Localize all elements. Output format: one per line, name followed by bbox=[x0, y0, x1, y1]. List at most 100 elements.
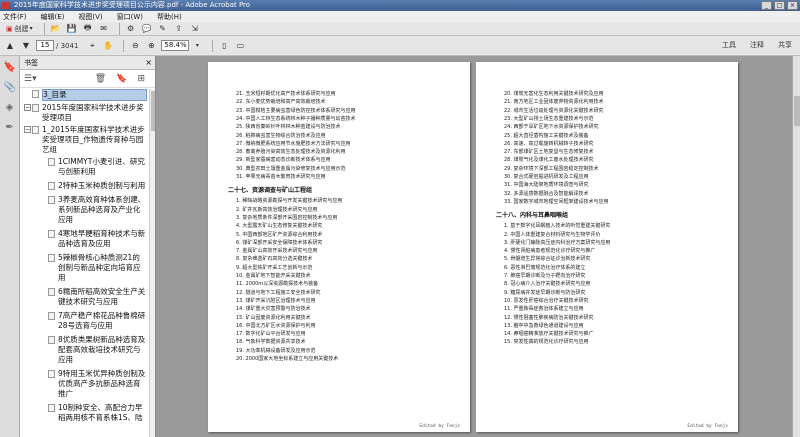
bookmark-item[interactable]: 10制种安全、高配合力早稻两用核不育系株1S、陆 bbox=[20, 403, 150, 423]
bookmark-item[interactable]: 5辣椒骨核心种质测21的创制与新品种定向培育应用 bbox=[20, 253, 150, 283]
bookmark-page-icon bbox=[48, 370, 55, 378]
email-icon[interactable]: ✉ bbox=[98, 23, 110, 35]
bookmark-item-selected[interactable]: 3_目录 bbox=[20, 89, 150, 101]
hand-tool-icon[interactable]: ✋ bbox=[102, 40, 114, 52]
bookmark-page-icon bbox=[48, 254, 55, 262]
bookmark-page-icon bbox=[48, 404, 55, 412]
close-window-button[interactable]: × bbox=[787, 1, 798, 10]
toc-entry: 20. 煤炭无害化生态利用关键技术研究及应用 bbox=[504, 91, 604, 97]
maximize-button[interactable]: □ bbox=[774, 1, 785, 10]
bookmark-label: 1CIMMYT小麦引进、研究与创新利用 bbox=[58, 157, 145, 176]
bookmarks-toolbar: ☰▾ 🗑 🔖 ⊞ bbox=[20, 70, 155, 88]
bookmark-item[interactable]: 4寒地早粳稻育种技术与新品种选育及应用 bbox=[20, 229, 150, 249]
delete-bookmark-icon[interactable]: 🗑 bbox=[95, 74, 106, 84]
toc-entry: 6. 煤矿深部开采安全保障技术体系研究 bbox=[236, 239, 323, 246]
attachment-icon[interactable]: 📎 bbox=[4, 82, 16, 94]
bookmark-item[interactable]: 8优质类果树新品种选育及配套高效栽培技术研究与应用 bbox=[20, 335, 150, 365]
pdf-page-right: 20. 煤炭无害化生态利用关键技术研究及应用 21. 南方地区工业固体废弃物资源化… bbox=[476, 62, 738, 432]
toolbar-divider bbox=[43, 22, 45, 35]
signature-icon[interactable]: ✒ bbox=[4, 122, 16, 134]
new-bookmark-icon[interactable]: 🔖 bbox=[116, 74, 127, 84]
toc-entry: 25. 陕西省秦岭针叶林林木种苗建设与防治技术 bbox=[236, 124, 341, 131]
page-total: / 3041 bbox=[56, 41, 79, 50]
open-folder-icon[interactable]: 📂 bbox=[50, 23, 62, 35]
toc-entry: 15. 突发性聋的规范化诊疗研究与应用 bbox=[504, 339, 589, 346]
bookmark-item[interactable]: 3养麦高效育种体系创建、系列新品种选育及产业化应用 bbox=[20, 195, 150, 225]
toc-entry: 26. 高速、高过载旋转机械转子技术研究 bbox=[504, 140, 594, 147]
zoom-out-icon[interactable]: ⊖ bbox=[129, 40, 141, 52]
bookmarks-tree: 3_目录 − 2015年度国家科学技术进步奖受理项目 − 1_2015年度国家科学技术进… bbox=[20, 89, 150, 437]
print-icon[interactable]: 🖶 bbox=[82, 23, 94, 35]
menu-window[interactable]: 窗口(W) bbox=[117, 12, 143, 22]
previous-page-icon[interactable]: ▲ bbox=[4, 40, 16, 52]
menu-edit[interactable]: 编辑(E) bbox=[41, 12, 65, 22]
bookmark-item[interactable]: 6糯南所稻高效安全生产关键技术研究与应用 bbox=[20, 287, 150, 307]
toolbar-divider bbox=[123, 39, 125, 52]
toc-entry: 8. 冠心病介入治疗关键技术研究与应用 bbox=[504, 281, 591, 288]
bookmark-page-icon bbox=[32, 104, 39, 112]
bookmark-item[interactable]: − 1_2015年度国家科学技术进步奖受理项目_作物遗传育种与园艺组 bbox=[20, 125, 150, 155]
toc-entry: 16. 中国北方矿区水资源保护与利用 bbox=[236, 322, 316, 329]
bookmark-page-icon bbox=[48, 288, 55, 296]
menu-bar: 文件(F) 编辑(E) 视图(V) 窗口(W) 帮助(H) bbox=[0, 11, 800, 22]
create-label: 创建 bbox=[14, 24, 29, 33]
bookmark-item[interactable]: 9特用玉米优异种质创制及优质高产多抗新品种选育推广 bbox=[20, 369, 150, 399]
create-button[interactable]: ▣ 创建 ▾ bbox=[4, 23, 35, 35]
minimize-button[interactable]: _ bbox=[761, 1, 772, 10]
collapse-toggle-icon[interactable]: − bbox=[24, 126, 31, 133]
zoom-level-input[interactable]: 58.4% bbox=[161, 40, 190, 51]
comment-pane-button[interactable]: 注释 bbox=[750, 40, 764, 50]
tools-pane-button[interactable]: 工具 bbox=[722, 40, 736, 50]
menu-view[interactable]: 视图(V) bbox=[78, 12, 102, 22]
options-menu-icon[interactable]: ☰▾ bbox=[24, 74, 37, 84]
bookmark-label: 4寒地早粳稻育种技术与新品种选育及应用 bbox=[58, 229, 146, 248]
save-icon[interactable]: 💾 bbox=[66, 23, 78, 35]
menu-file[interactable]: 文件(F) bbox=[3, 12, 27, 22]
document-scrollbar[interactable] bbox=[792, 56, 800, 437]
comment-icon[interactable]: 💬 bbox=[141, 23, 153, 35]
document-viewport[interactable]: 21. 玉米短籽期优化高产技术体系研究与应用 22. 东小麦优势栽培和高产高效栽培… bbox=[156, 56, 800, 437]
page-footer: Edited by Fanjs bbox=[419, 424, 460, 429]
bookmark-label: 3养麦高效育种体系创建、系列新品种选育及产业化应用 bbox=[58, 195, 146, 224]
layers-icon[interactable]: ◈ bbox=[4, 102, 16, 114]
bookmark-panel-icon[interactable]: 🔖 bbox=[4, 62, 16, 74]
bookmark-item[interactable]: 2特种玉米种质创制与利用 bbox=[20, 181, 150, 191]
close-panel-button[interactable]: × bbox=[145, 56, 152, 70]
settings-icon[interactable]: ⚙ bbox=[125, 23, 137, 35]
page-number-input[interactable]: 15 bbox=[36, 40, 54, 51]
collapse-toggle-icon[interactable]: − bbox=[24, 104, 31, 111]
select-cursor-icon[interactable]: ⌖ bbox=[86, 40, 98, 52]
bookmark-item[interactable]: − 2015年度国家科学技术进步奖受理项目 bbox=[20, 103, 150, 123]
zoom-in-icon[interactable]: ⊕ bbox=[145, 40, 157, 52]
next-page-icon[interactable]: ▼ bbox=[20, 40, 32, 52]
zoom-dropdown-icon[interactable]: ▾ bbox=[191, 40, 203, 52]
toc-entry: 25. 超大直径盾构施工关键技术及装备 bbox=[504, 132, 589, 139]
toc-entry: 22. 东小麦优势栽培和高产高效栽培技术 bbox=[236, 99, 326, 106]
sign-icon[interactable]: ✎ bbox=[157, 23, 169, 35]
fit-page-icon[interactable]: ▯ bbox=[218, 40, 230, 52]
bookmarks-scrollbar[interactable] bbox=[149, 89, 155, 437]
menu-help[interactable]: 帮助(H) bbox=[157, 12, 182, 22]
toolbar-primary: ▣ 创建 ▾ 📂 💾 🖶 ✉ ⚙ 💬 ✎ ⇪ ⇲ bbox=[0, 22, 800, 36]
toc-entry: 12. 隧道与地下工程施工安全技术研究 bbox=[236, 289, 321, 296]
expand-bookmark-icon[interactable]: ⊞ bbox=[137, 74, 145, 84]
toc-entry: 33. 国家数字城市地理空间框架建设技术与应用 bbox=[504, 198, 609, 205]
share-pane-button[interactable]: 共享 bbox=[778, 40, 792, 50]
toc-entry: 4. 大型露天矿山生态修复关键技术研究 bbox=[236, 223, 323, 230]
export-icon[interactable]: ⇲ bbox=[189, 23, 201, 35]
bookmark-page-icon bbox=[32, 126, 39, 134]
scroll-thumb[interactable] bbox=[793, 96, 800, 126]
toc-entry: 29. 新型家蚕病害动态诊断技术体系与应用 bbox=[236, 157, 331, 164]
toc-entry: 13. 煤矿开采沉陷区治理技术与应用 bbox=[236, 297, 316, 304]
share-icon[interactable]: ⇪ bbox=[173, 23, 185, 35]
toc-entry: 1. 基于数字化耳蜗植入技术的听觉重建关键研究 bbox=[504, 223, 611, 230]
bookmark-item[interactable]: 1CIMMYT小麦引进、研究与创新利用 bbox=[20, 157, 150, 177]
bookmark-item[interactable]: 7高产稳产棉花品种鲁棉研28号选育与应用 bbox=[20, 311, 150, 331]
toolbar-navigation: ▲ ▼ 15 / 3041 ⌖ ✋ ⊖ ⊕ 58.4% ▾ ▯ ▭ 工具 注释 … bbox=[0, 36, 800, 56]
toc-entry: 26. 稻棉病虫害生物综合防治技术及应用 bbox=[236, 132, 326, 139]
toc-entry: 20. 2000国家大地坐标系建立与应用关键技术 bbox=[236, 356, 339, 362]
fit-width-icon[interactable]: ▭ bbox=[234, 40, 246, 52]
toolbar-divider bbox=[212, 39, 214, 52]
bookmark-label: 10制种安全、高配合力早稻两用核不育系株1S、陆 bbox=[58, 403, 143, 422]
scroll-thumb[interactable] bbox=[150, 91, 155, 131]
